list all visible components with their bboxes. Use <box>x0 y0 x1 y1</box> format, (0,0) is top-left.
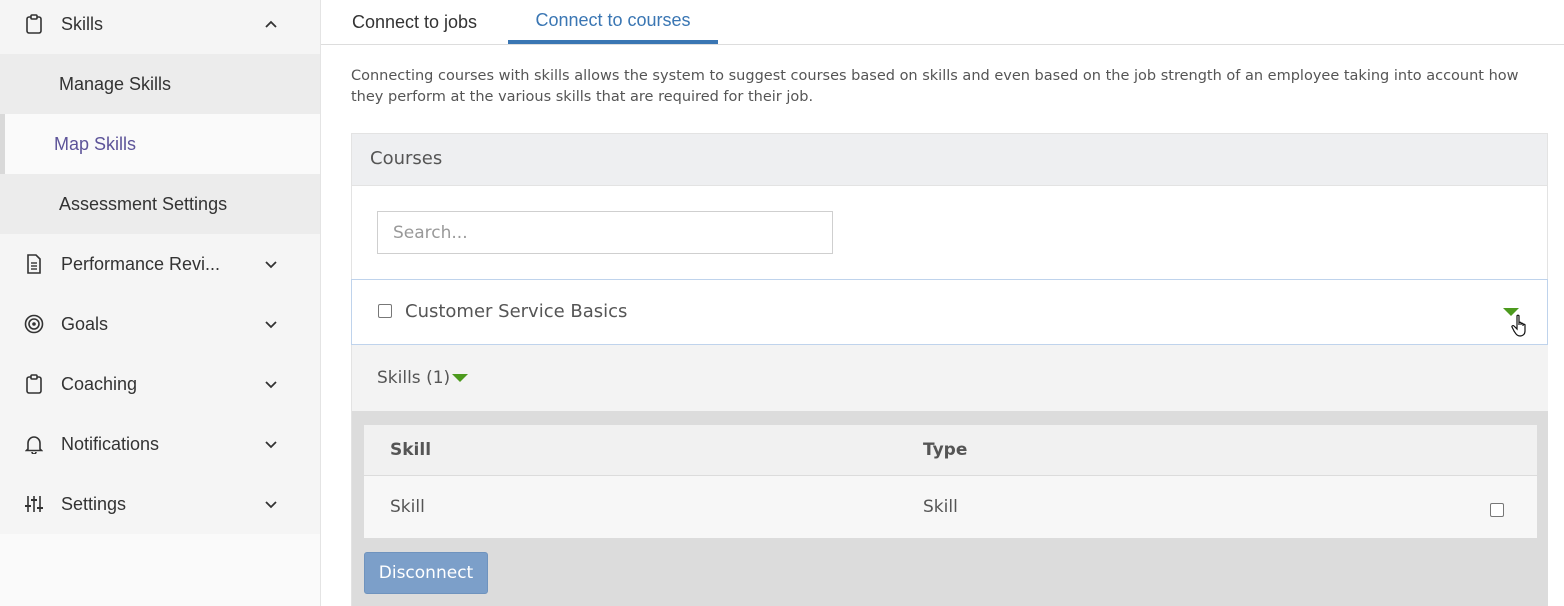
hand-cursor-icon <box>1511 314 1526 337</box>
sidebar-item-coaching[interactable]: Coaching <box>0 354 320 414</box>
courses-panel-header: Courses <box>352 134 1547 186</box>
sidebar-item-label: Coaching <box>61 373 138 394</box>
disconnect-button[interactable]: Disconnect <box>364 552 488 594</box>
sidebar-item-label: Skills <box>61 13 104 34</box>
sliders-icon <box>24 494 44 514</box>
sidebar: Skills Manage Skills Map Skills Assessme… <box>0 0 321 606</box>
course-checkbox[interactable] <box>378 304 392 318</box>
course-name: Customer Service Basics <box>405 301 628 322</box>
sidebar-footer <box>0 534 320 606</box>
sidebar-item-settings[interactable]: Settings <box>0 474 320 534</box>
clipboard-icon <box>24 374 44 394</box>
sidebar-subitem-assessment-settings[interactable]: Assessment Settings <box>0 174 320 234</box>
chevron-down-icon <box>265 321 277 329</box>
sidebar-item-label: Settings <box>61 493 127 514</box>
sidebar-subitem-label: Assessment Settings <box>59 193 228 214</box>
course-row[interactable]: Customer Service Basics <box>351 279 1548 345</box>
intro-text: Connecting courses with skills allows th… <box>351 68 1519 105</box>
sidebar-item-goals[interactable]: Goals <box>0 294 320 354</box>
sidebar-item-label: Performance Revi... <box>61 253 221 274</box>
column-header-type: Type <box>923 440 968 460</box>
sidebar-subitem-label: Map Skills <box>54 133 137 154</box>
clipboard-icon <box>24 14 44 34</box>
skills-table: Skill Type Skill Skill <box>364 425 1537 538</box>
sidebar-item-notifications[interactable]: Notifications <box>0 414 320 474</box>
table-header-row: Skill Type <box>364 425 1537 476</box>
tab-bar: Connect to jobs Connect to courses <box>321 0 1564 45</box>
column-header-skill: Skill <box>390 440 432 460</box>
skills-count-label: Skills (1) <box>377 368 451 388</box>
row-checkbox[interactable] <box>1490 503 1504 517</box>
panel-title: Courses <box>370 148 443 169</box>
sidebar-item-skills[interactable]: Skills <box>0 0 320 54</box>
sidebar-item-performance-reviews[interactable]: Performance Revi... <box>0 234 320 294</box>
search-input[interactable] <box>377 211 833 254</box>
chevron-down-icon <box>265 381 277 389</box>
cell-type: Skill <box>923 497 958 517</box>
document-icon <box>24 254 44 274</box>
cell-skill: Skill <box>390 497 425 517</box>
skills-area: Skill Type Skill Skill Disconnect <box>352 411 1548 606</box>
sidebar-subitem-label: Manage Skills <box>59 73 172 94</box>
courses-panel: Courses Customer Service Basics Skills (… <box>351 133 1548 606</box>
expand-triangle-icon[interactable] <box>452 374 468 382</box>
table-row: Skill Skill <box>364 476 1537 538</box>
chevron-down-icon <box>265 261 277 269</box>
bell-icon <box>24 434 44 454</box>
tab-connect-to-courses[interactable]: Connect to courses <box>508 0 718 44</box>
sidebar-subitem-map-skills[interactable]: Map Skills <box>0 114 320 174</box>
sidebar-item-label: Goals <box>61 313 109 334</box>
target-icon <box>24 314 44 334</box>
chevron-down-icon <box>265 501 277 509</box>
skills-section-header[interactable]: Skills (1) <box>352 345 1548 411</box>
sidebar-item-label: Notifications <box>61 433 160 454</box>
sidebar-subitem-manage-skills[interactable]: Manage Skills <box>0 54 320 114</box>
chevron-up-icon <box>265 20 277 28</box>
tab-connect-to-jobs[interactable]: Connect to jobs <box>321 0 508 44</box>
chevron-down-icon <box>265 441 277 449</box>
